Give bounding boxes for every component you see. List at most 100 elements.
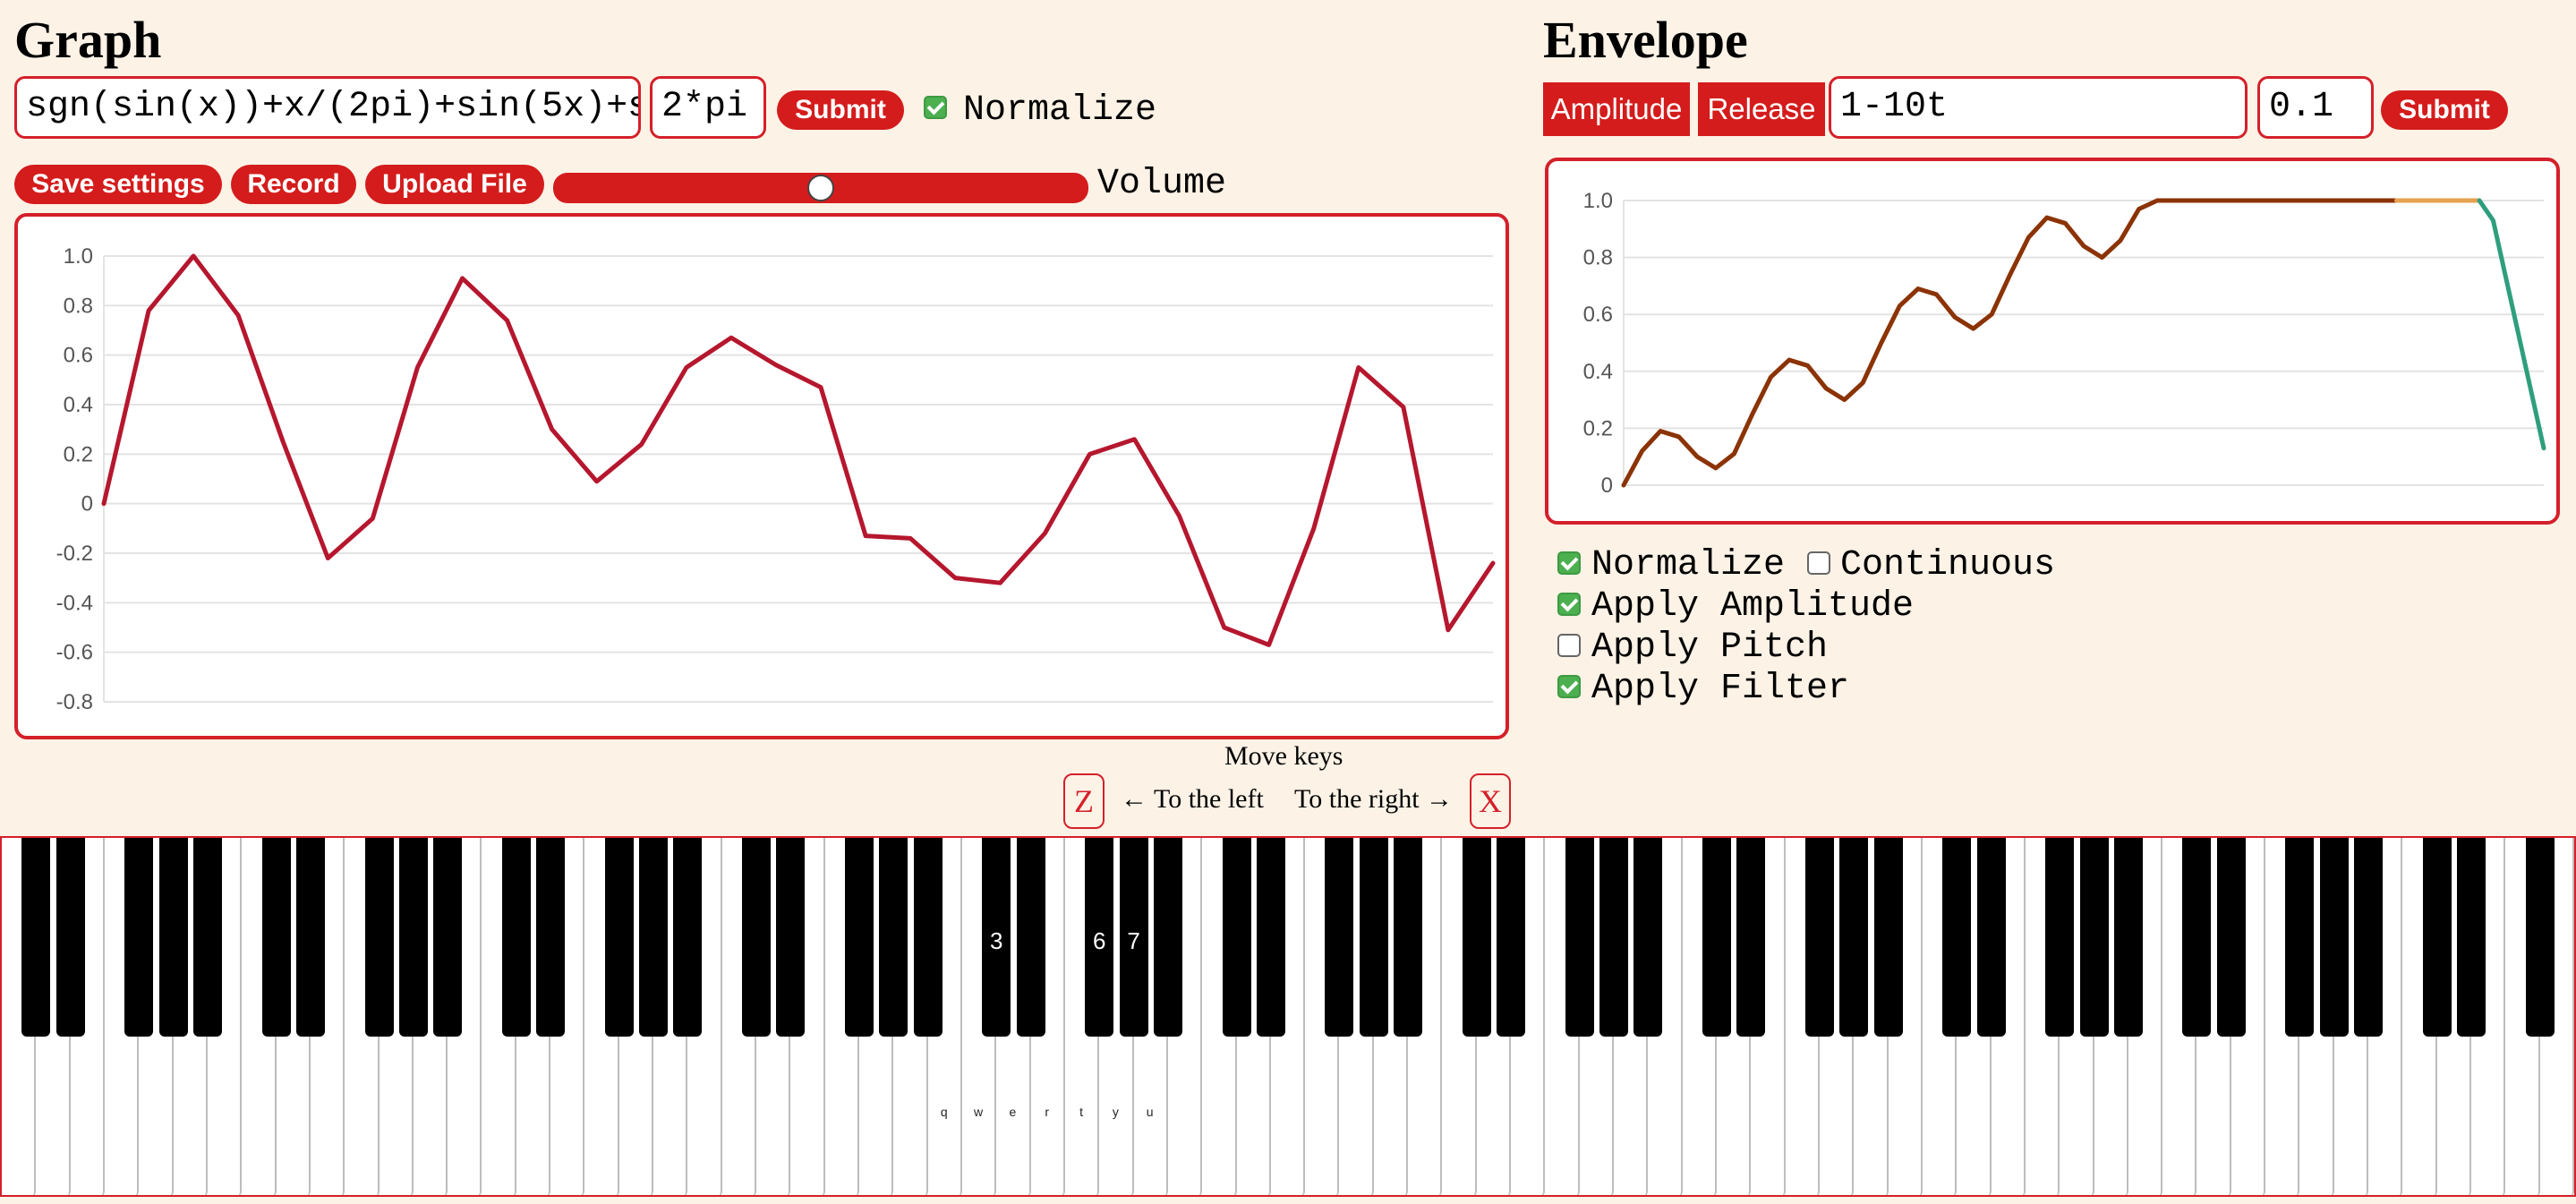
y-tick-label: 0.8 <box>64 294 93 318</box>
volume-label: Volume <box>1097 164 1227 204</box>
tab-amplitude[interactable]: Amplitude <box>1543 82 1690 136</box>
graph-submit-button[interactable]: Submit <box>777 90 904 130</box>
envelope-expression-input[interactable]: 1-10t <box>1829 76 2248 139</box>
black-key[interactable] <box>1497 838 1526 1037</box>
y-tick-label: 0 <box>81 492 93 517</box>
black-key[interactable] <box>1839 838 1869 1037</box>
move-right-key-button[interactable]: X <box>1470 773 1511 829</box>
record-button[interactable]: Record <box>231 165 356 204</box>
black-key[interactable] <box>1976 838 2006 1037</box>
y-tick-label: -0.4 <box>56 591 93 615</box>
black-key[interactable] <box>1565 838 1594 1037</box>
y-tick-label: -0.8 <box>56 690 93 714</box>
black-key[interactable] <box>2457 838 2486 1037</box>
envelope-normalize-checkbox[interactable] <box>1557 551 1581 575</box>
black-key[interactable] <box>21 838 51 1037</box>
upload-file-button[interactable]: Upload File <box>365 165 544 204</box>
black-key[interactable] <box>364 838 394 1037</box>
volume-slider[interactable] <box>553 173 1088 203</box>
black-key[interactable] <box>913 838 943 1037</box>
black-key[interactable] <box>1325 838 1354 1037</box>
black-key[interactable] <box>1394 838 1423 1037</box>
black-key[interactable] <box>2079 838 2109 1037</box>
graph-title: Graph <box>14 11 162 69</box>
envelope-chart-svg: 1.0 0.8 0.6 0.4 0.2 0 <box>1583 189 2546 498</box>
save-settings-button[interactable]: Save settings <box>14 165 222 204</box>
apply-pitch-checkbox[interactable] <box>1557 634 1581 657</box>
graph-normalize-checkbox[interactable] <box>924 96 947 119</box>
black-key[interactable] <box>776 838 806 1037</box>
black-key[interactable] <box>845 838 874 1037</box>
white-key-label: u <box>1146 1105 1154 1119</box>
black-key[interactable] <box>879 838 908 1037</box>
black-key[interactable] <box>1016 838 1045 1037</box>
apply-filter-checkbox[interactable] <box>1557 675 1581 698</box>
black-key[interactable] <box>1256 838 1285 1037</box>
y-tick-label: 0.6 <box>1583 303 1613 327</box>
black-key[interactable] <box>1222 838 1251 1037</box>
continuous-checkbox[interactable] <box>1807 551 1830 575</box>
black-key[interactable] <box>1359 838 1388 1037</box>
envelope-normalize-label: Normalize <box>1591 545 1786 585</box>
black-key[interactable] <box>1942 838 1972 1037</box>
envelope-time-input[interactable]: 0.1 <box>2257 76 2374 139</box>
y-tick-label: 0 <box>1601 474 1613 498</box>
black-key[interactable] <box>639 838 669 1037</box>
black-key[interactable] <box>2319 838 2349 1037</box>
continuous-label: Continuous <box>1840 545 2056 585</box>
black-key[interactable] <box>158 838 188 1037</box>
black-key[interactable] <box>2525 838 2555 1037</box>
formula-input[interactable]: sgn(sin(x))+x/(2pi)+sin(5x)+sin(3x) <box>14 76 641 139</box>
black-key[interactable] <box>2182 838 2212 1037</box>
move-left-key-button[interactable]: Z <box>1063 773 1105 829</box>
move-keys-label: Move keys <box>1224 741 1343 771</box>
series-line-release <box>2477 198 2546 451</box>
black-key[interactable] <box>192 838 222 1037</box>
black-key[interactable] <box>1736 838 1766 1037</box>
envelope-submit-button[interactable]: Submit <box>2381 90 2508 130</box>
black-key[interactable] <box>1873 838 1903 1037</box>
black-key[interactable] <box>2354 838 2384 1037</box>
black-key[interactable] <box>1804 838 1834 1037</box>
black-key[interactable] <box>433 838 463 1037</box>
black-key[interactable] <box>2422 838 2452 1037</box>
waveform-chart-svg: 1.0 0.8 0.6 0.4 0.2 0 -0.2 -0.4 -0.6 -0.8 <box>56 244 1496 714</box>
black-key[interactable] <box>673 838 703 1037</box>
volume-slider-thumb[interactable] <box>807 175 834 201</box>
white-key-label: w <box>974 1105 984 1119</box>
series-line-0 <box>101 253 1496 647</box>
black-key[interactable]: 7 <box>1119 838 1148 1037</box>
envelope-chart: 1.0 0.8 0.6 0.4 0.2 0 <box>1545 158 2560 525</box>
black-key[interactable] <box>55 838 85 1037</box>
black-key[interactable] <box>261 838 291 1037</box>
y-tick-label: 0.4 <box>1583 360 1613 384</box>
black-key[interactable] <box>398 838 428 1037</box>
move-left-text: ← To the left <box>1121 784 1264 814</box>
black-key[interactable] <box>295 838 325 1037</box>
black-key[interactable] <box>1702 838 1731 1037</box>
black-key[interactable]: 3 <box>982 838 1011 1037</box>
black-key-label: 7 <box>1127 927 1140 954</box>
white-key-label: e <box>1009 1105 1017 1119</box>
black-key[interactable] <box>2045 838 2075 1037</box>
apply-amplitude-checkbox[interactable] <box>1557 593 1581 616</box>
black-key[interactable] <box>2285 838 2315 1037</box>
black-key[interactable] <box>742 838 772 1037</box>
black-key[interactable] <box>604 838 634 1037</box>
black-key[interactable] <box>536 838 566 1037</box>
white-key-label: t <box>1079 1105 1083 1119</box>
black-key[interactable] <box>1633 838 1663 1037</box>
black-key[interactable] <box>2216 838 2246 1037</box>
white-key-label: y <box>1112 1105 1119 1119</box>
y-tick-label: 0.2 <box>64 442 93 466</box>
tab-release[interactable]: Release <box>1698 82 1825 136</box>
black-key[interactable] <box>124 838 154 1037</box>
black-key[interactable] <box>1599 838 1629 1037</box>
black-key[interactable] <box>501 838 531 1037</box>
black-key[interactable] <box>2113 838 2143 1037</box>
y-tick-label: 0.2 <box>1583 416 1613 440</box>
black-key[interactable]: 6 <box>1085 838 1114 1037</box>
period-input[interactable]: 2*pi <box>650 76 766 139</box>
black-key[interactable] <box>1153 838 1182 1037</box>
black-key[interactable] <box>1462 838 1491 1037</box>
